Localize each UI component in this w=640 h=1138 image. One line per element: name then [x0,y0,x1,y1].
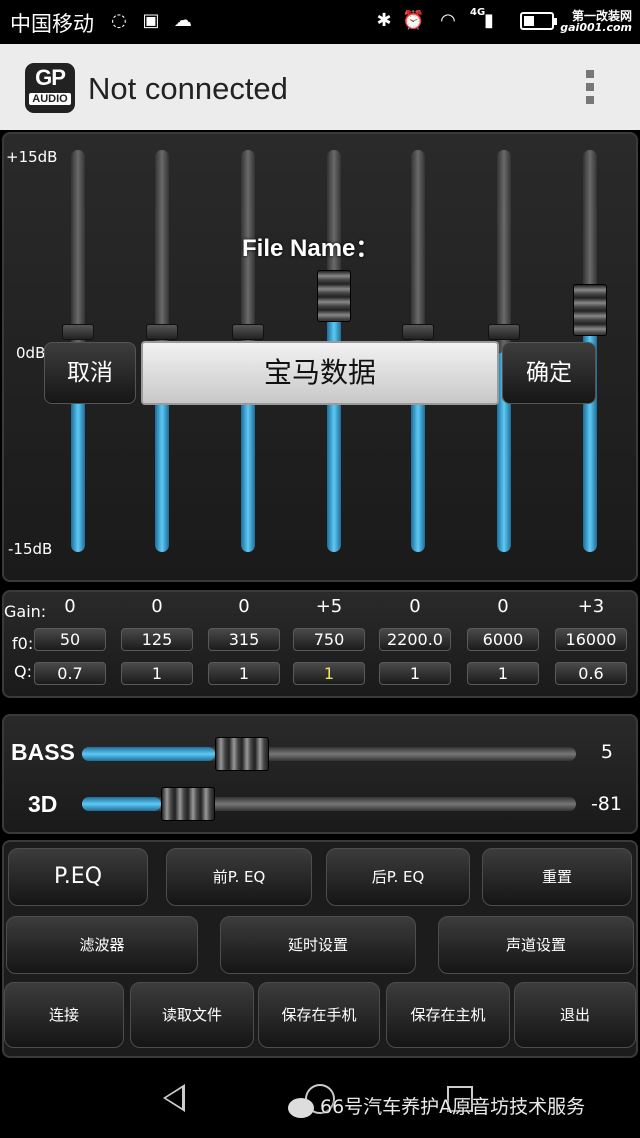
three-d-slider[interactable] [82,797,576,811]
bass-3d-panel [2,714,638,834]
image-icon: ▣ [142,10,160,31]
eq-band-knob-4[interactable] [317,269,351,322]
eq-band-knob-6[interactable] [488,324,520,340]
band-gain-value: 0 [64,596,76,617]
function-button[interactable]: 保存在主机 [386,982,510,1048]
function-button[interactable]: 延时设置 [220,916,416,974]
band-q-field[interactable]: 1 [379,662,451,685]
cancel-button[interactable]: 取消 [44,342,136,404]
eq-band-knob-7[interactable] [573,284,607,337]
band-gain-value: 0 [151,596,163,617]
eq-band-knob-5[interactable] [402,324,434,340]
battery-icon [520,12,557,30]
function-button[interactable]: P.EQ [8,848,148,906]
function-button[interactable]: 后P. EQ [326,848,470,906]
function-button[interactable]: 声道设置 [438,916,634,974]
axis-bottom-label: -15dB [8,540,53,558]
cloud-icon: ☁ [174,10,192,31]
band-q-field[interactable]: 1 [293,662,365,685]
gp-audio-logo: GP AUDIO [25,63,75,113]
bass-slider[interactable] [82,747,576,761]
band-q-field[interactable]: 0.7 [34,662,106,685]
overflow-menu-icon[interactable] [582,70,598,108]
three-d-slider-fill [82,797,162,811]
band-gain-value: +5 [315,596,343,617]
band-gain-value: +3 [577,596,605,617]
band-q-field[interactable]: 1 [208,662,280,685]
function-button[interactable]: 保存在手机 [258,982,380,1048]
bass-value: 5 [600,741,613,763]
footer-watermark: 66号汽车养护A原音坊技术服务 [288,1092,585,1119]
q-row-label: Q: [14,662,32,681]
three-d-label: 3D [28,791,58,817]
band-f0-field[interactable]: 2200.0 [379,628,451,651]
message-icon: ◌ [111,10,127,31]
three-d-value: -81 [590,793,622,815]
three-d-slider-knob[interactable] [161,787,216,821]
band-f0-field[interactable]: 6000 [467,628,539,651]
eq-band-knob-2[interactable] [146,324,178,340]
eq-band-knob-1[interactable] [62,324,94,340]
band-f0-field[interactable]: 750 [293,628,365,651]
connection-status-title: Not connected [88,71,288,106]
status-bar: 中国移动 ◌ ▣ ☁ ✱ ⏰ ◠ 4G ▮ 第一改装网 gai001.com [0,0,640,44]
band-f0-field[interactable]: 125 [121,628,193,651]
bass-slider-fill [82,747,216,761]
app-bar: GP AUDIO Not connected [0,44,640,130]
band-gain-value: 0 [497,596,509,617]
band-q-field[interactable]: 1 [467,662,539,685]
dialog-title: File Name： [242,235,380,262]
function-button[interactable]: 读取文件 [130,982,254,1048]
function-button[interactable]: 前P. EQ [166,848,312,906]
function-button[interactable]: 滤波器 [6,916,198,974]
f0-row-label: f0: [12,634,34,653]
status-watermark: 第一改装网 gai001.com [560,9,632,34]
file-name-input[interactable]: 宝马数据 [141,341,499,405]
wechat-icon [288,1097,314,1118]
back-icon[interactable] [163,1084,185,1112]
band-f0-field[interactable]: 50 [34,628,106,651]
axis-top-label: +15dB [6,148,58,166]
carrier-name: 中国移动 [10,12,94,36]
bluetooth-icon: ✱ [376,10,392,31]
bass-label: BASS [11,739,75,765]
axis-mid-label: 0dB [16,344,46,362]
band-f0-field[interactable]: 315 [208,628,280,651]
signal-icon: ▮ [484,10,494,31]
band-gain-value: 0 [238,596,250,617]
wifi-icon: ◠ [440,10,456,31]
band-q-field[interactable]: 1 [121,662,193,685]
band-gain-value: 0 [409,596,421,617]
eq-band-knob-3[interactable] [232,324,264,340]
bass-slider-knob[interactable] [215,737,270,771]
alarm-icon: ⏰ [402,10,425,31]
function-button[interactable]: 退出 [514,982,636,1048]
band-q-field[interactable]: 0.6 [555,662,627,685]
ok-button[interactable]: 确定 [502,342,596,404]
band-f0-field[interactable]: 16000 [555,628,627,651]
function-button[interactable]: 连接 [4,982,124,1048]
function-button[interactable]: 重置 [482,848,632,906]
